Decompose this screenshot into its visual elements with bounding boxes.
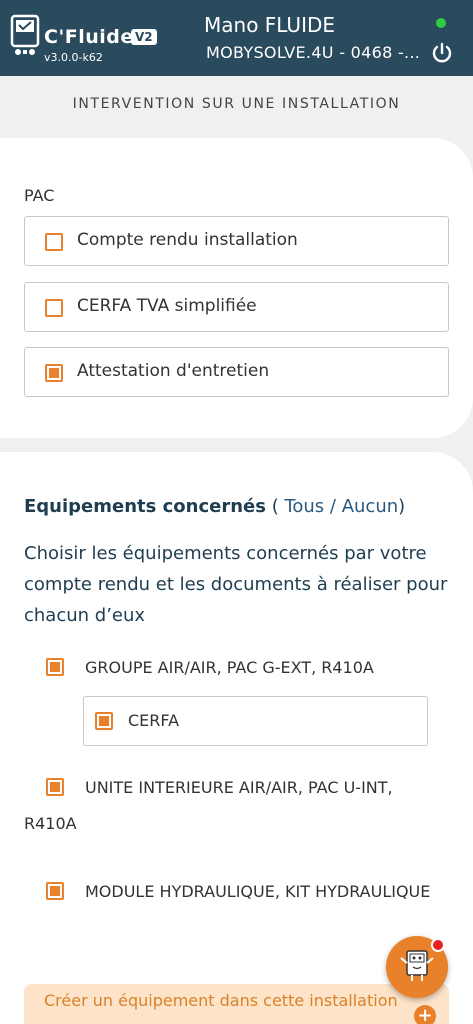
- create-equipment-label: Créer un équipement dans cette installat…: [44, 991, 398, 1010]
- equipment-label: UNITE INTERIEURE AIR/AIR, PAC U-INT, R41…: [24, 778, 393, 833]
- equipments-heading: Equipements concernés: [24, 496, 266, 517]
- option-label: CERFA TVA simplifiée: [77, 296, 257, 316]
- app-name: C'Fluide: [44, 26, 134, 48]
- equipment-item[interactable]: GROUPE AIR/AIR, PAC G-EXT, R410A: [24, 650, 444, 686]
- section-label: PAC: [24, 186, 55, 205]
- equipments-description: Choisir les équipements concernés par vo…: [24, 543, 448, 626]
- app-version: v3.0.0-k62: [44, 51, 103, 64]
- equipment-label: GROUPE AIR/AIR, PAC G-EXT, R410A: [85, 658, 374, 677]
- page-title: INTERVENTION SUR UNE INSTALLATION: [72, 96, 401, 112]
- equipments-title: Equipements concernés ( Tous / Aucun): [24, 496, 405, 517]
- app-header: C'Fluide V2 v3.0.0-k62 Mano FLUIDE MOBYS…: [0, 0, 473, 76]
- equipment-item[interactable]: UNITE INTERIEURE AIR/AIR, PAC U-INT, R41…: [24, 770, 444, 842]
- doc-option-cerfa-tva[interactable]: CERFA TVA simplifiée: [24, 282, 449, 332]
- equipment-document-cerfa[interactable]: CERFA: [83, 696, 428, 746]
- checkbox[interactable]: [45, 233, 63, 251]
- plus-icon[interactable]: +: [414, 1005, 436, 1024]
- doc-option-compte-rendu[interactable]: Compte rendu installation: [24, 216, 449, 266]
- account-name[interactable]: MOBYSOLVE.4U - 0468 -...: [206, 43, 420, 62]
- online-status-indicator: [436, 18, 446, 28]
- separator: /: [324, 496, 342, 517]
- option-label: Compte rendu installation: [77, 230, 298, 250]
- select-none-link[interactable]: Aucun: [342, 496, 398, 517]
- checkbox-checked[interactable]: [45, 364, 63, 382]
- doc-option-attestation[interactable]: Attestation d'entretien: [24, 347, 449, 397]
- checkbox[interactable]: [45, 299, 63, 317]
- checkbox-checked[interactable]: [46, 658, 64, 676]
- document-label: CERFA: [128, 711, 180, 730]
- option-label: Attestation d'entretien: [77, 361, 270, 381]
- user-name[interactable]: Mano FLUIDE: [204, 13, 335, 37]
- notification-badge: [431, 938, 445, 952]
- paren-open: (: [265, 496, 279, 517]
- select-all-link[interactable]: Tous: [279, 496, 324, 517]
- paren-close: ): [398, 496, 406, 517]
- checkbox-checked[interactable]: [46, 778, 64, 796]
- equipment-item[interactable]: MODULE HYDRAULIQUE, KIT HYDRAULIQUE: [24, 874, 444, 910]
- equipment-label: MODULE HYDRAULIQUE, KIT HYDRAULIQUE: [85, 882, 431, 901]
- app-logo-icon: [10, 14, 40, 55]
- checkbox-checked[interactable]: [46, 882, 64, 900]
- power-icon[interactable]: [431, 42, 453, 64]
- version-badge: V2: [131, 29, 157, 45]
- checkbox-checked[interactable]: [95, 712, 113, 730]
- documents-card: PAC Compte rendu installation CERFA TVA …: [0, 138, 473, 438]
